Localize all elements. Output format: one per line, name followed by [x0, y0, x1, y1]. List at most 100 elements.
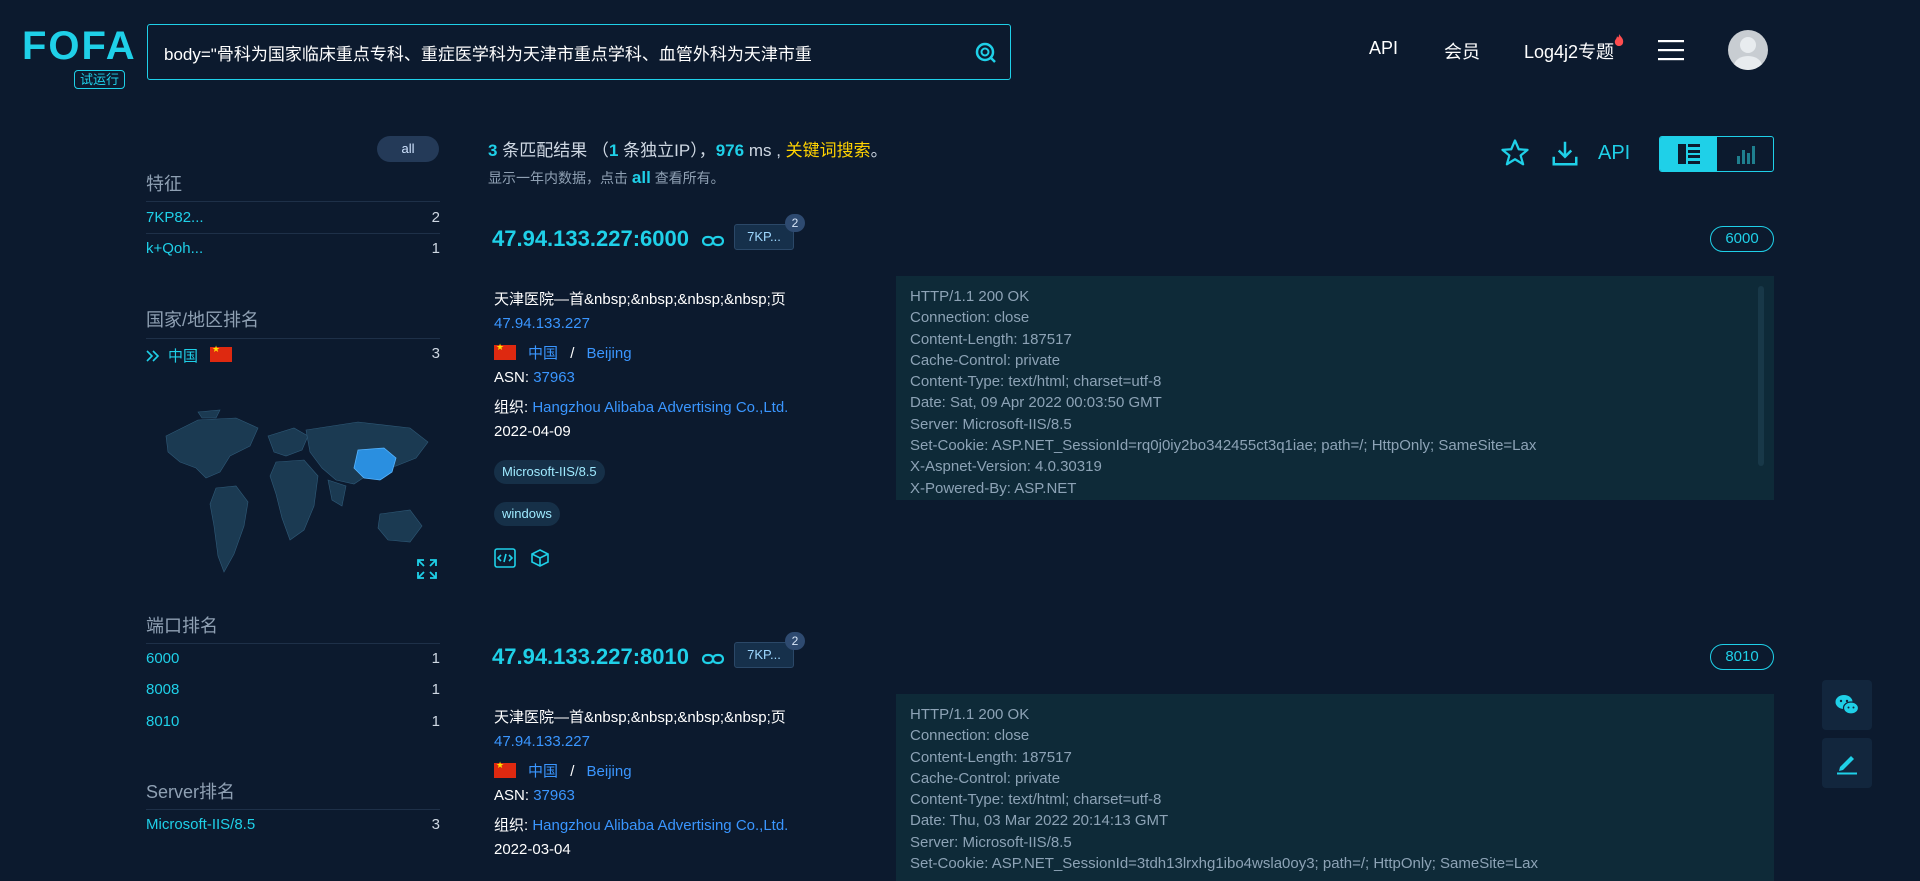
- edit-icon: [1837, 756, 1857, 775]
- result-card: 47.94.133.227:6000 7KP... 2 6000 天津医院—首&…: [488, 214, 1774, 568]
- star-icon[interactable]: [1500, 138, 1530, 168]
- server-chip[interactable]: Microsoft-IIS/8.5: [494, 460, 605, 484]
- banner-line: Set-Cookie: ASP.NET_SessionId=rq0j0iy2bo…: [910, 437, 1537, 455]
- org-link[interactable]: Hangzhou Alibaba Advertising Co.,Ltd.: [532, 399, 788, 416]
- feature-label[interactable]: k+Qoh...: [146, 240, 203, 257]
- world-map[interactable]: [158, 406, 440, 586]
- banner-line: Content-Type: text/html; charset=utf-8: [910, 791, 1162, 809]
- os-chip[interactable]: windows: [494, 502, 560, 526]
- code-icon[interactable]: [494, 548, 516, 568]
- all-filter-button[interactable]: all: [377, 136, 439, 162]
- port-row[interactable]: 8008 1: [146, 676, 440, 706]
- banner-scrollbar[interactable]: [1758, 286, 1764, 466]
- cube-icon[interactable]: [530, 548, 550, 568]
- search-input[interactable]: [164, 25, 954, 79]
- country-row[interactable]: 中国 3: [146, 340, 440, 370]
- port-count: 1: [431, 650, 440, 667]
- city-link[interactable]: Beijing: [587, 345, 632, 362]
- keyword-search-link[interactable]: 关键词搜索: [786, 141, 871, 160]
- result-card: 47.94.133.227:8010 7KP... 2 8010 天津医院—首&…: [488, 632, 1774, 881]
- server-label[interactable]: Microsoft-IIS/8.5: [146, 816, 255, 833]
- feature-row[interactable]: 7KP82... 2: [146, 204, 440, 234]
- ip-count-text: 条独立IP），: [623, 141, 716, 160]
- banner-line: Server: Microsoft-IIS/8.5: [910, 833, 1072, 851]
- wechat-icon: [1835, 695, 1859, 715]
- sub-tail: 查看所有。: [654, 170, 725, 186]
- feedback-button[interactable]: [1822, 738, 1872, 788]
- port-title: 端口排名: [146, 616, 218, 636]
- divider: [146, 809, 440, 810]
- avatar[interactable]: [1728, 30, 1768, 70]
- banner-panel[interactable]: HTTP/1.1 200 OK Connection: close Conten…: [896, 694, 1774, 881]
- port-label[interactable]: 6000: [146, 650, 179, 667]
- result-ip-link[interactable]: 47.94.133.227: [494, 315, 590, 332]
- nav-log4j2[interactable]: Log4j2专题: [1524, 38, 1614, 64]
- result-asn: ASN: 37963: [494, 369, 575, 386]
- asn-link[interactable]: 37963: [533, 369, 575, 386]
- server-row[interactable]: Microsoft-IIS/8.5 3: [146, 811, 440, 841]
- page-scrollbar[interactable]: [1908, 0, 1920, 881]
- asn-label: ASN:: [494, 369, 530, 386]
- fingerprint-tag[interactable]: 7KP...: [734, 642, 794, 668]
- list-view-icon: [1678, 144, 1700, 164]
- chart-view-button[interactable]: [1717, 137, 1773, 171]
- china-flag-icon: [210, 344, 232, 362]
- all-data-link[interactable]: all: [632, 168, 651, 187]
- query-ms: 976: [715, 141, 745, 160]
- city-link[interactable]: Beijing: [587, 763, 632, 780]
- port-badge[interactable]: 6000: [1710, 226, 1774, 252]
- banner-line: Content-Type: text/html; charset=utf-8: [910, 373, 1162, 391]
- port-row[interactable]: 6000 1: [146, 645, 440, 675]
- port-row[interactable]: 8010 1: [146, 708, 440, 738]
- banner-line: Content-Length: 187517: [910, 330, 1072, 348]
- country-label[interactable]: 中国: [168, 345, 198, 366]
- result-org: 组织: Hangzhou Alibaba Advertising Co.,Ltd…: [494, 814, 788, 835]
- result-ip-link[interactable]: 47.94.133.227: [494, 733, 590, 750]
- fingerprint-tag[interactable]: 7KP...: [734, 224, 794, 250]
- port-label[interactable]: 8010: [146, 713, 179, 730]
- result-host-link[interactable]: 47.94.133.227:8010: [492, 644, 689, 670]
- nav-api[interactable]: API: [1369, 38, 1398, 59]
- port-badge[interactable]: 8010: [1710, 644, 1774, 670]
- result-title: 天津医院—首&nbsp;&nbsp;&nbsp;&nbsp;页: [494, 291, 786, 308]
- list-view-button[interactable]: [1660, 137, 1717, 171]
- search-icon[interactable]: [974, 41, 998, 65]
- banner-line: HTTP/1.1 200 OK: [910, 288, 1030, 305]
- result-count-text: 条匹配结果 （: [502, 141, 609, 160]
- api-export-button[interactable]: API: [1598, 142, 1630, 165]
- link-chain-icon[interactable]: [702, 234, 724, 248]
- link-chain-icon[interactable]: [702, 652, 724, 666]
- nav-member[interactable]: 会员: [1444, 38, 1480, 64]
- feature-row[interactable]: k+Qoh... 1: [146, 235, 440, 265]
- org-link[interactable]: Hangzhou Alibaba Advertising Co.,Ltd.: [532, 817, 788, 834]
- server-count: 3: [431, 816, 440, 833]
- feature-label[interactable]: 7KP82...: [146, 209, 204, 226]
- country-link[interactable]: 中国: [528, 763, 558, 780]
- result-summary: 3 条匹配结果 （1 条独立IP），976 ms , 关键词搜索。: [488, 136, 888, 161]
- asn-link[interactable]: 37963: [533, 787, 575, 804]
- banner-panel[interactable]: HTTP/1.1 200 OK Connection: close Conten…: [896, 276, 1774, 500]
- fingerprint-count-badge: 2: [785, 214, 805, 232]
- banner-line: Date: Thu, 03 Mar 2022 20:14:13 GMT: [910, 812, 1169, 830]
- banner-line: Cache-Control: private: [910, 769, 1061, 787]
- wechat-button[interactable]: [1822, 680, 1872, 730]
- port-label[interactable]: 8008: [146, 681, 179, 698]
- banner-line: Server: Microsoft-IIS/8.5: [910, 415, 1072, 433]
- ms-text: ms ,: [748, 141, 781, 160]
- feature-count: 2: [431, 209, 440, 226]
- double-chevron-icon: [146, 350, 160, 362]
- sub-text: 显示一年内数据，点击: [488, 170, 628, 186]
- port-count: 1: [431, 681, 440, 698]
- menu-icon[interactable]: [1658, 39, 1684, 61]
- country-count: 3: [431, 345, 440, 362]
- result-location: 中国 / Beijing: [494, 760, 632, 781]
- expand-icon[interactable]: [417, 559, 437, 579]
- banner-line: Cache-Control: private: [910, 351, 1061, 369]
- result-host-link[interactable]: 47.94.133.227:6000: [492, 226, 689, 252]
- org-label: 组织:: [494, 817, 529, 834]
- download-icon[interactable]: [1550, 138, 1580, 168]
- banner-line: X-Aspnet-Version: 4.0.30319: [910, 458, 1102, 476]
- country-link[interactable]: 中国: [528, 345, 558, 362]
- fofa-logo[interactable]: FOFA 试运行: [22, 24, 135, 90]
- divider: [146, 233, 440, 234]
